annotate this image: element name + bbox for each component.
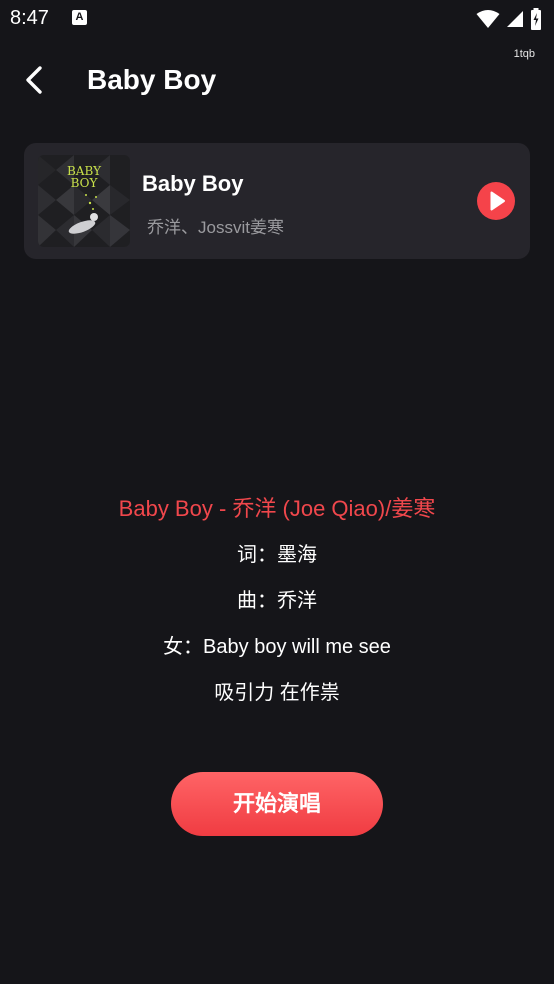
lyric-line: 词：墨海: [237, 544, 317, 566]
lyric-line: 女：Baby boy will me see: [163, 636, 391, 658]
app-notification-icon: A: [72, 10, 87, 25]
song-artist: 乔洋、Jossvit姜寒: [147, 218, 284, 237]
lyric-line: 曲：乔洋: [237, 590, 317, 612]
lyrics-preview: Baby Boy - 乔洋 (Joe Qiao)/姜寒 词：墨海 曲：乔洋 女：…: [0, 492, 554, 722]
status-icons: [476, 8, 542, 30]
lyric-line: Baby Boy - 乔洋 (Joe Qiao)/姜寒: [118, 496, 436, 521]
play-button[interactable]: [477, 182, 515, 220]
status-bar: 8:47 A: [0, 0, 554, 38]
cover-text: BABY BOY: [66, 164, 101, 190]
header: Baby Boy: [0, 58, 554, 104]
song-card[interactable]: BABY BOY Baby Boy 乔洋、Jossvit姜寒: [24, 143, 530, 259]
back-button[interactable]: [20, 62, 52, 98]
signal-icon: [507, 11, 523, 27]
back-arrow-icon: [26, 66, 42, 94]
status-time: 8:47: [10, 7, 49, 29]
start-singing-button[interactable]: 开始演唱: [171, 772, 383, 836]
battery-icon: [531, 8, 541, 30]
lyric-line: 吸引力 在作祟: [214, 682, 340, 704]
page-title: Baby Boy: [87, 64, 217, 95]
album-cover: BABY BOY: [38, 155, 130, 247]
song-title: Baby Boy: [142, 171, 244, 196]
play-icon: [490, 191, 505, 211]
wifi-icon: [476, 10, 500, 28]
